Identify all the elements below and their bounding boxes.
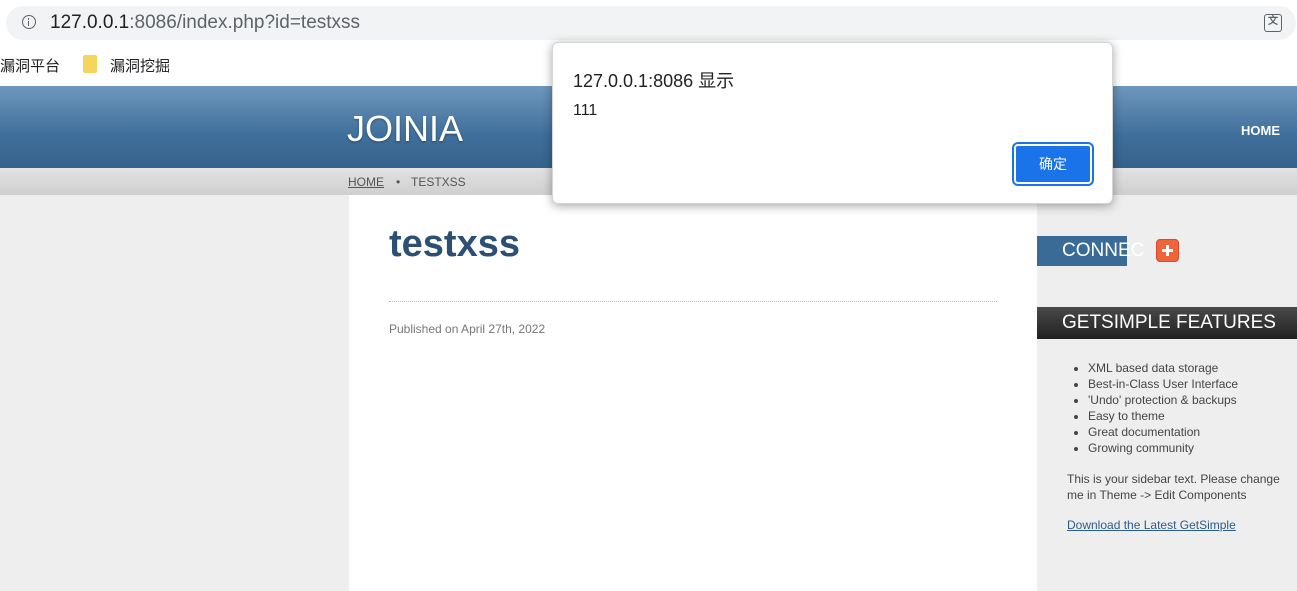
bookmark-item[interactable]: 漏洞挖掘 bbox=[110, 55, 170, 76]
connect-heading: CONNEC bbox=[1062, 240, 1145, 261]
list-item: Easy to theme bbox=[1088, 408, 1238, 424]
dialog-title: 127.0.0.1:8086 显示 bbox=[573, 71, 735, 91]
list-item: Great documentation bbox=[1088, 424, 1238, 440]
breadcrumb-separator: • bbox=[396, 175, 401, 189]
nav-home-link[interactable]: HOME bbox=[1241, 123, 1280, 138]
browser-address-bar: 127.0.0.1:8086/index.php?id=testxss 文 bbox=[0, 0, 1297, 46]
translate-icon[interactable]: 文 bbox=[1264, 14, 1282, 32]
breadcrumb-home-link[interactable]: HOME bbox=[348, 175, 384, 189]
url-text[interactable]: 127.0.0.1:8086/index.php?id=testxss bbox=[50, 12, 360, 34]
list-item: Growing community bbox=[1088, 440, 1238, 456]
plus-icon[interactable] bbox=[1156, 239, 1179, 262]
info-icon[interactable] bbox=[22, 15, 36, 29]
list-item: XML based data storage bbox=[1088, 360, 1238, 376]
list-item: 'Undo' protection & backups bbox=[1088, 392, 1238, 408]
features-list: XML based data storage Best-in-Class Use… bbox=[1070, 360, 1238, 456]
download-link[interactable]: Download the Latest GetSimple bbox=[1067, 518, 1236, 532]
divider bbox=[389, 301, 997, 302]
dialog-message: 111 bbox=[573, 102, 598, 119]
page-title: testxss bbox=[389, 223, 520, 265]
site-logo[interactable]: JOINIA bbox=[347, 108, 463, 150]
published-date: Published on April 27th, 2022 bbox=[389, 322, 546, 336]
alert-dialog: 127.0.0.1:8086 显示 111 确定 bbox=[552, 42, 1113, 204]
main-content: testxss Published on April 27th, 2022 bbox=[349, 195, 1037, 591]
bookmark-item[interactable]: 漏洞平台 bbox=[0, 55, 60, 76]
list-item: Best-in-Class User Interface bbox=[1088, 376, 1238, 392]
sidebar-text: This is your sidebar text. Please change… bbox=[1067, 472, 1280, 502]
features-heading: GETSIMPLE FEATURES bbox=[1062, 312, 1276, 333]
ok-button[interactable]: 确定 bbox=[1012, 142, 1094, 186]
omnibox[interactable]: 127.0.0.1:8086/index.php?id=testxss 文 bbox=[6, 6, 1296, 40]
folder-icon bbox=[83, 55, 97, 73]
breadcrumb-current: TESTXSS bbox=[411, 175, 466, 189]
